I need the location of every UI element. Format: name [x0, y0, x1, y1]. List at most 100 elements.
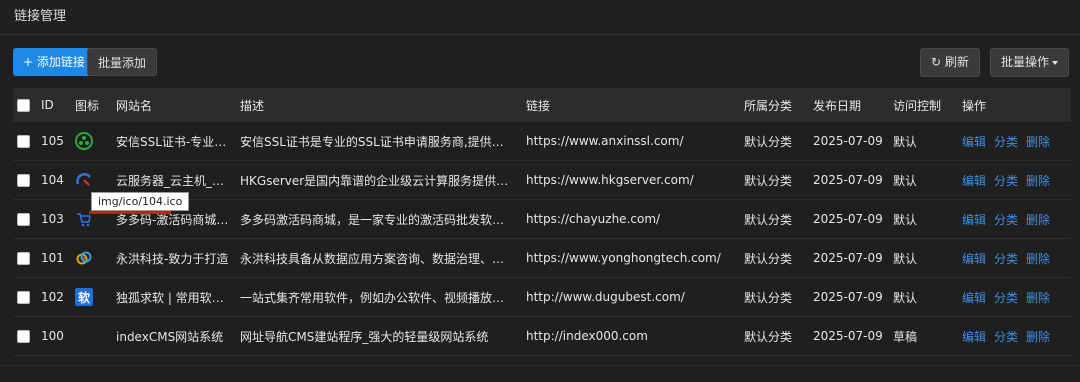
- row-category: 默认分类: [744, 173, 793, 188]
- row-id: 100: [41, 329, 64, 343]
- row-op-1-link[interactable]: 分类: [994, 328, 1018, 345]
- row-op-2-link[interactable]: 删除: [1026, 289, 1050, 306]
- row-description: 永洪科技具备从数据应用方案咨询、数据治理、数据…: [240, 251, 512, 266]
- caret-down-icon: [1052, 60, 1059, 65]
- row-date: 2025-07-09: [813, 134, 883, 148]
- table-header: ID 图标 网站名 描述 链接 所属分类 发布日期 访问控制 操作: [13, 88, 1071, 122]
- soft-icon-text: 软: [77, 290, 90, 305]
- row-op-1-link[interactable]: 分类: [994, 172, 1018, 189]
- row-access: 草稿: [893, 329, 918, 344]
- row-checkbox[interactable]: [17, 317, 30, 355]
- row-checkbox[interactable]: [17, 200, 30, 238]
- header-access: 访问控制: [893, 98, 942, 113]
- row-op-0-link[interactable]: 编辑: [962, 133, 986, 150]
- row-op-1-link[interactable]: 分类: [994, 250, 1018, 267]
- row-link: https://chayuzhe.com/: [526, 212, 661, 226]
- row-link: https://www.yonghongtech.com/: [526, 251, 721, 265]
- select-all-checkbox[interactable]: [17, 88, 30, 122]
- batch-add-button[interactable]: 批量添加: [87, 48, 158, 76]
- row-date: 2025-07-09: [813, 251, 883, 265]
- table-row: 100 indexCMS网站系统 网址导航CMS建站程序_强大的轻量级网站系统 htt…: [13, 317, 1071, 356]
- red-underline-marker: [89, 211, 171, 214]
- row-op-1-link[interactable]: 分类: [994, 211, 1018, 228]
- divider: [0, 365, 1080, 366]
- page-title: 链接管理: [0, 0, 1080, 35]
- row-access: 默认: [893, 173, 918, 188]
- row-description: 多多码激活码商城，是一家专业的激活码批发软件商…: [240, 212, 512, 227]
- row-date: 2025-07-09: [813, 212, 883, 226]
- row-description: 一站式集齐常用软件，例如办公软件、视频播放、安…: [240, 290, 512, 305]
- row-link: http://www.dugubest.com/: [526, 290, 685, 304]
- row-op-0-link[interactable]: 编辑: [962, 211, 986, 228]
- row-description: 安信SSL证书是专业的SSL证书申请服务商,提供DigiCert…: [240, 134, 512, 149]
- row-op-2-link[interactable]: 删除: [1026, 328, 1050, 345]
- table-row: 102 软 独孤求软 | 常用软件… 一站式集齐常用软件，例如办公软件、视频播放、安……: [13, 278, 1071, 317]
- row-date: 2025-07-09: [813, 290, 883, 304]
- row-op-2-link[interactable]: 删除: [1026, 172, 1050, 189]
- row-access: 默认: [893, 212, 918, 227]
- row-checkbox[interactable]: [17, 239, 30, 277]
- row-ops: 编辑 分类 删除: [962, 122, 1058, 160]
- row-ops: 编辑 分类 删除: [962, 317, 1058, 355]
- row-op-0-link[interactable]: 编辑: [962, 172, 986, 189]
- header-id: ID: [41, 98, 54, 112]
- add-link-button[interactable]: + 添加链接: [13, 48, 95, 76]
- row-site-name: 独孤求软 | 常用软件…: [116, 290, 232, 305]
- row-ops: 编辑 分类 删除: [962, 161, 1058, 199]
- row-date: 2025-07-09: [813, 173, 883, 187]
- header-desc: 描述: [240, 98, 265, 113]
- row-category: 默认分类: [744, 212, 793, 227]
- row-description: 网址导航CMS建站程序_强大的轻量级网站系统: [240, 329, 489, 344]
- row-description: HKGserver是国内靠谱的企业级云计算服务提供商。…: [240, 173, 512, 188]
- header-link: 链接: [526, 98, 551, 113]
- row-category: 默认分类: [744, 134, 793, 149]
- row-checkbox[interactable]: [17, 122, 30, 160]
- row-link: https://www.anxinssl.com/: [526, 134, 684, 148]
- row-op-0-link[interactable]: 编辑: [962, 250, 986, 267]
- header-icon: 图标: [75, 98, 100, 113]
- table-row: 101 永洪科技-致力于打造 永洪科技具备从数据应用方案咨询、数据治理、数据… htt…: [13, 239, 1071, 278]
- icon-path-tooltip: img/ico/104.ico: [91, 192, 190, 211]
- row-site-name: indexCMS网站系统: [116, 329, 224, 344]
- table-body: 105 安信SSL证书-专业SSL证书安信SSL证书是专业的SSL证书申请服务商,…: [13, 122, 1071, 356]
- header-category: 所属分类: [744, 98, 793, 113]
- header-name: 网站名: [116, 98, 153, 113]
- row-icon-cell: [75, 122, 93, 160]
- row-op-1-link[interactable]: 分类: [994, 133, 1018, 150]
- row-category: 默认分类: [744, 251, 793, 266]
- refresh-button[interactable]: ↻ 刷新: [920, 48, 980, 77]
- row-link: http://index000.com: [526, 329, 648, 343]
- row-checkbox[interactable]: [17, 161, 30, 199]
- table-row: 105 安信SSL证书-专业SSL证书安信SSL证书是专业的SSL证书申请服务商,…: [13, 122, 1071, 161]
- soft-icon: 软: [75, 288, 93, 306]
- row-id: 102: [41, 290, 64, 304]
- row-op-0-link[interactable]: 编辑: [962, 289, 986, 306]
- row-site-name: 永洪科技-致力于打造: [116, 251, 229, 266]
- row-access: 默认: [893, 290, 918, 305]
- row-op-2-link[interactable]: 删除: [1026, 133, 1050, 150]
- hkgserver-icon: [75, 171, 93, 189]
- row-ops: 编辑 分类 删除: [962, 278, 1058, 316]
- batch-operation-button[interactable]: 批量操作: [990, 48, 1070, 77]
- row-access: 默认: [893, 251, 918, 266]
- batch-operation-label: 批量操作: [1001, 55, 1050, 69]
- row-link: https://www.hkgserver.com/: [526, 173, 694, 187]
- row-op-2-link[interactable]: 删除: [1026, 250, 1050, 267]
- row-id: 104: [41, 173, 64, 187]
- row-checkbox[interactable]: [17, 278, 30, 316]
- row-op-1-link[interactable]: 分类: [994, 289, 1018, 306]
- row-category: 默认分类: [744, 290, 793, 305]
- yonghong-icon: [75, 249, 93, 267]
- row-access: 默认: [893, 134, 918, 149]
- row-op-0-link[interactable]: 编辑: [962, 328, 986, 345]
- row-id: 105: [41, 134, 64, 148]
- row-ops: 编辑 分类 删除: [962, 200, 1058, 238]
- row-category: 默认分类: [744, 329, 793, 344]
- toolbar: + 添加链接 批量添加 ↻ 刷新 批量操作: [0, 35, 1080, 85]
- anxin-icon: [75, 132, 93, 150]
- row-op-2-link[interactable]: 删除: [1026, 211, 1050, 228]
- row-icon-cell: 软: [75, 278, 93, 316]
- row-site-name: 安信SSL证书-专业SSL证书: [116, 134, 232, 149]
- links-table: ID 图标 网站名 描述 链接 所属分类 发布日期 访问控制 操作 105 安信S…: [13, 88, 1071, 356]
- header-date: 发布日期: [813, 98, 862, 113]
